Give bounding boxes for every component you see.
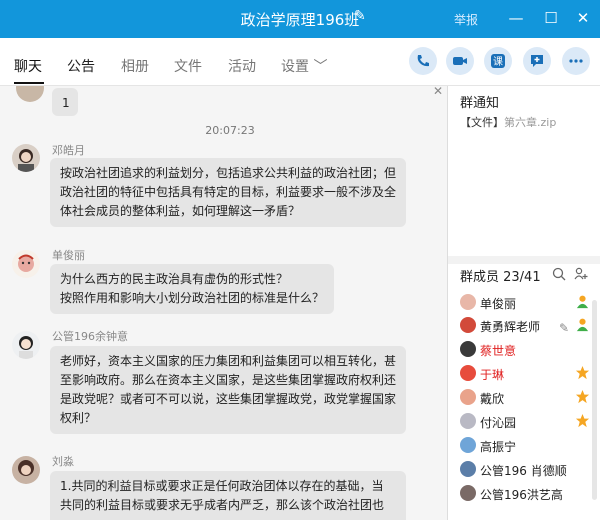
- member-row[interactable]: 公管196洪艺高: [460, 483, 600, 505]
- message-bubble[interactable]: 为什么西方的民主政治具有虚伪的形式性？ 按照作用和影响大小划分政治社团的标准是什…: [50, 264, 334, 314]
- add-member-icon[interactable]: [574, 267, 588, 281]
- notice-file[interactable]: 【文件】第六章.zip: [460, 114, 556, 130]
- report-link[interactable]: 举报: [454, 11, 478, 28]
- message-line: 是政党呢？或者可不可以说，这些集团掌握政党，政党掌握国家: [60, 392, 397, 406]
- member-row[interactable]: 黄勇辉老师 ✎: [460, 315, 600, 337]
- title-bar: 政治学原理196班 ✎ 举报 — ☐ ✕: [0, 0, 600, 38]
- member-name: 单俊丽: [480, 297, 517, 311]
- search-members-icon[interactable]: [552, 267, 566, 281]
- message-line: 政治社团的特征中包括具有特定的目标，利益要求一般不涉及全: [60, 185, 397, 199]
- avatar[interactable]: [12, 250, 40, 278]
- message-timestamp: 20:07:23: [205, 124, 255, 137]
- avatar[interactable]: [12, 456, 40, 484]
- message-line: 老师好，资本主义国家的压力集团和利益集团可以相互转化，甚: [60, 354, 397, 368]
- class-icon: 课: [491, 54, 505, 68]
- sender-name[interactable]: 单俊丽: [52, 247, 85, 263]
- member-name: 戴欣: [480, 392, 505, 406]
- message-bubble[interactable]: 1.共同的利益目标或要求正是任何政治团体以存在的基础，当 共同的利益目标或要求无…: [50, 471, 406, 520]
- member-row[interactable]: 蔡世意: [460, 339, 600, 361]
- star-icon: [575, 413, 590, 432]
- member-avatar: [460, 341, 476, 357]
- tab-bar: 聊天 公告 相册 文件 活动 设置 ﹀ 课: [0, 38, 600, 86]
- member-row[interactable]: 于琳: [460, 363, 600, 385]
- message-bubble[interactable]: 按政治社团追求的利益划分，包括追求公共利益的政治社团；但 政治社团的特征中包括具…: [50, 158, 406, 227]
- sidebar-scrollbar[interactable]: [592, 300, 597, 500]
- member-avatar: [460, 365, 476, 381]
- chat-panel[interactable]: 1 20:07:23 邓皓月 按政治社团追求的利益划分，包括追求公共利益的政治社…: [0, 86, 447, 520]
- video-call-button[interactable]: [446, 47, 474, 75]
- member-row[interactable]: 付沁园: [460, 411, 600, 433]
- collapse-icon[interactable]: ✕: [433, 84, 443, 98]
- class-button[interactable]: 课: [484, 47, 512, 75]
- member-avatar: [460, 294, 476, 310]
- message-line: 为什么西方的民主政治具有虚伪的形式性？: [60, 272, 289, 286]
- sender-name[interactable]: 刘淼: [52, 453, 74, 469]
- tab-chat[interactable]: 聊天: [14, 56, 42, 76]
- message-line: 按政治社团追求的利益划分，包括追求公共利益的政治社团；但: [60, 166, 397, 180]
- tab-activities[interactable]: 活动: [228, 56, 256, 76]
- message-bubble[interactable]: 1: [52, 88, 78, 116]
- member-row[interactable]: 高振宁: [460, 435, 600, 457]
- group-sidebar: 群通知 【文件】第六章.zip 群成员 23/41 单俊丽黄勇辉老师 ✎ 蔡世意于琳…: [448, 86, 600, 520]
- voice-call-button[interactable]: [409, 47, 437, 75]
- minimize-button[interactable]: —: [505, 6, 527, 30]
- message-line: 1.共同的利益目标或要求正是任何政治团体以存在的基础，当: [60, 479, 384, 493]
- message-line: 至影响政府。那么在资本主义国家，是这些集团掌握政府权利还: [60, 373, 397, 387]
- video-icon: [453, 57, 467, 65]
- avatar[interactable]: [16, 86, 44, 102]
- notice-file-prefix: 【文件】: [460, 116, 504, 129]
- member-name: 黄勇辉老师: [480, 320, 541, 334]
- member-row[interactable]: 公管196 肖德顺: [460, 459, 600, 481]
- message-bubble[interactable]: 老师好，资本主义国家的压力集团和利益集团可以相互转化，甚 至影响政府。那么在资本…: [50, 346, 406, 434]
- members-title: 群成员 23/41: [460, 270, 541, 285]
- group-message-button[interactable]: [523, 47, 551, 75]
- member-row[interactable]: 单俊丽: [460, 292, 600, 314]
- member-name: 公管196 肖德顺: [480, 464, 567, 478]
- phone-icon: [417, 55, 429, 67]
- message-text: 1: [62, 96, 70, 110]
- member-avatar: [460, 461, 476, 477]
- owner-icon: [575, 294, 590, 313]
- sender-name[interactable]: 邓皓月: [52, 142, 85, 158]
- maximize-button[interactable]: ☐: [540, 6, 562, 30]
- notice-title: 群通知: [460, 96, 500, 111]
- svg-text:课: 课: [493, 56, 503, 68]
- edit-title-icon[interactable]: ✎: [354, 8, 366, 24]
- member-avatar: [460, 437, 476, 453]
- message-plus-icon: [531, 55, 543, 67]
- member-avatar: [460, 413, 476, 429]
- section-divider: [448, 256, 600, 264]
- sender-name[interactable]: 公管196余钟意: [52, 328, 128, 344]
- more-icon: [569, 59, 583, 63]
- member-name: 付沁园: [480, 416, 517, 430]
- member-name: 蔡世意: [480, 344, 517, 358]
- tab-settings[interactable]: 设置 ﹀: [281, 56, 327, 76]
- star-icon: [575, 365, 590, 384]
- tab-announcement[interactable]: 公告: [67, 56, 95, 76]
- member-row[interactable]: 戴欣: [460, 387, 600, 409]
- avatar[interactable]: [12, 144, 40, 172]
- message-line: 权利？: [60, 411, 97, 425]
- member-name: 公管196洪艺高: [480, 488, 563, 502]
- more-button[interactable]: [562, 47, 590, 75]
- message-line: 共同的利益目标或要求无乎成者内严乏，那么该个政治社团也: [60, 498, 385, 512]
- admin-icon: ✎: [559, 317, 590, 336]
- tab-album[interactable]: 相册: [121, 56, 149, 76]
- star-icon: [575, 389, 590, 408]
- message-line: 体社会成员的整体利益，如何理解这一矛盾？: [60, 204, 301, 218]
- member-avatar: [460, 485, 476, 501]
- avatar[interactable]: [12, 331, 40, 359]
- message-line: 按照作用和影响大小划分政治社团的标准是什么？: [60, 291, 325, 305]
- close-button[interactable]: ✕: [572, 6, 594, 30]
- member-name: 高振宁: [480, 440, 517, 454]
- notice-file-name: 第六章.zip: [504, 116, 557, 129]
- member-avatar: [460, 389, 476, 405]
- active-tab-indicator: [14, 82, 44, 84]
- member-avatar: [460, 317, 476, 333]
- member-name: 于琳: [480, 368, 505, 382]
- tab-files[interactable]: 文件: [174, 56, 202, 76]
